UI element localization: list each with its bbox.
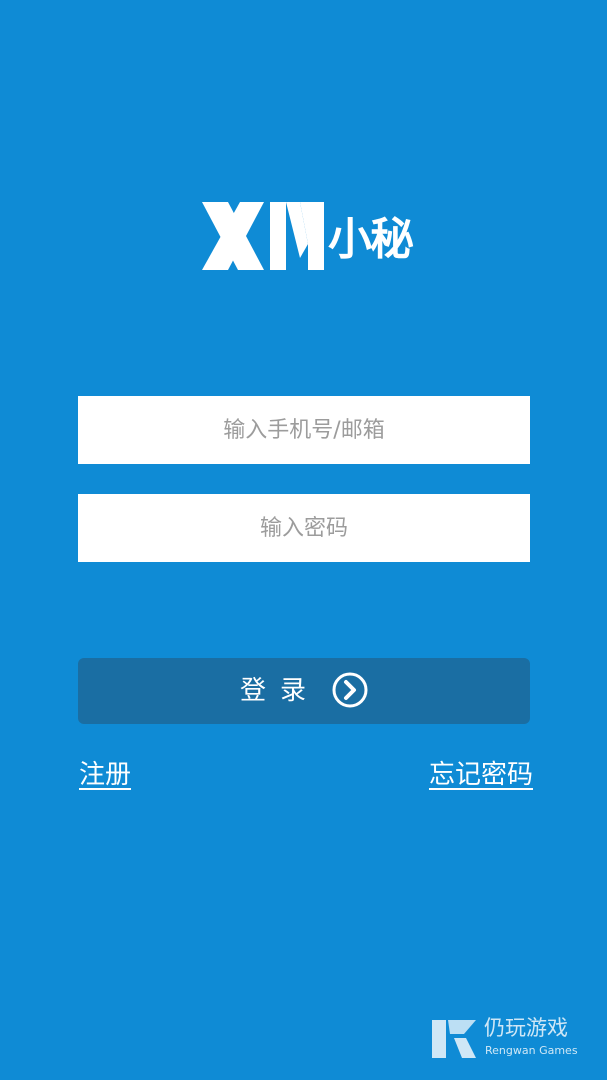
forgot-password-link[interactable]: 忘记密码: [429, 758, 533, 792]
login-button-label: 登录: [240, 676, 321, 706]
password-input[interactable]: [78, 494, 530, 562]
watermark-english: Rengwan Games: [485, 1044, 578, 1057]
rengwan-logo-icon: [432, 1020, 476, 1058]
logo-xm-mark: [202, 202, 324, 270]
login-button[interactable]: 登录: [78, 658, 530, 724]
phone-email-input[interactable]: [78, 396, 530, 464]
watermark-chinese: 仍玩游戏: [484, 1016, 568, 1040]
register-link[interactable]: 注册: [79, 758, 131, 792]
watermark: 仍玩游戏 Rengwan Games: [430, 1014, 600, 1064]
logo-chinese-text: 小秘: [328, 214, 414, 265]
app-logo: 小秘: [200, 198, 420, 274]
chevron-right-circle-icon: [332, 672, 368, 708]
